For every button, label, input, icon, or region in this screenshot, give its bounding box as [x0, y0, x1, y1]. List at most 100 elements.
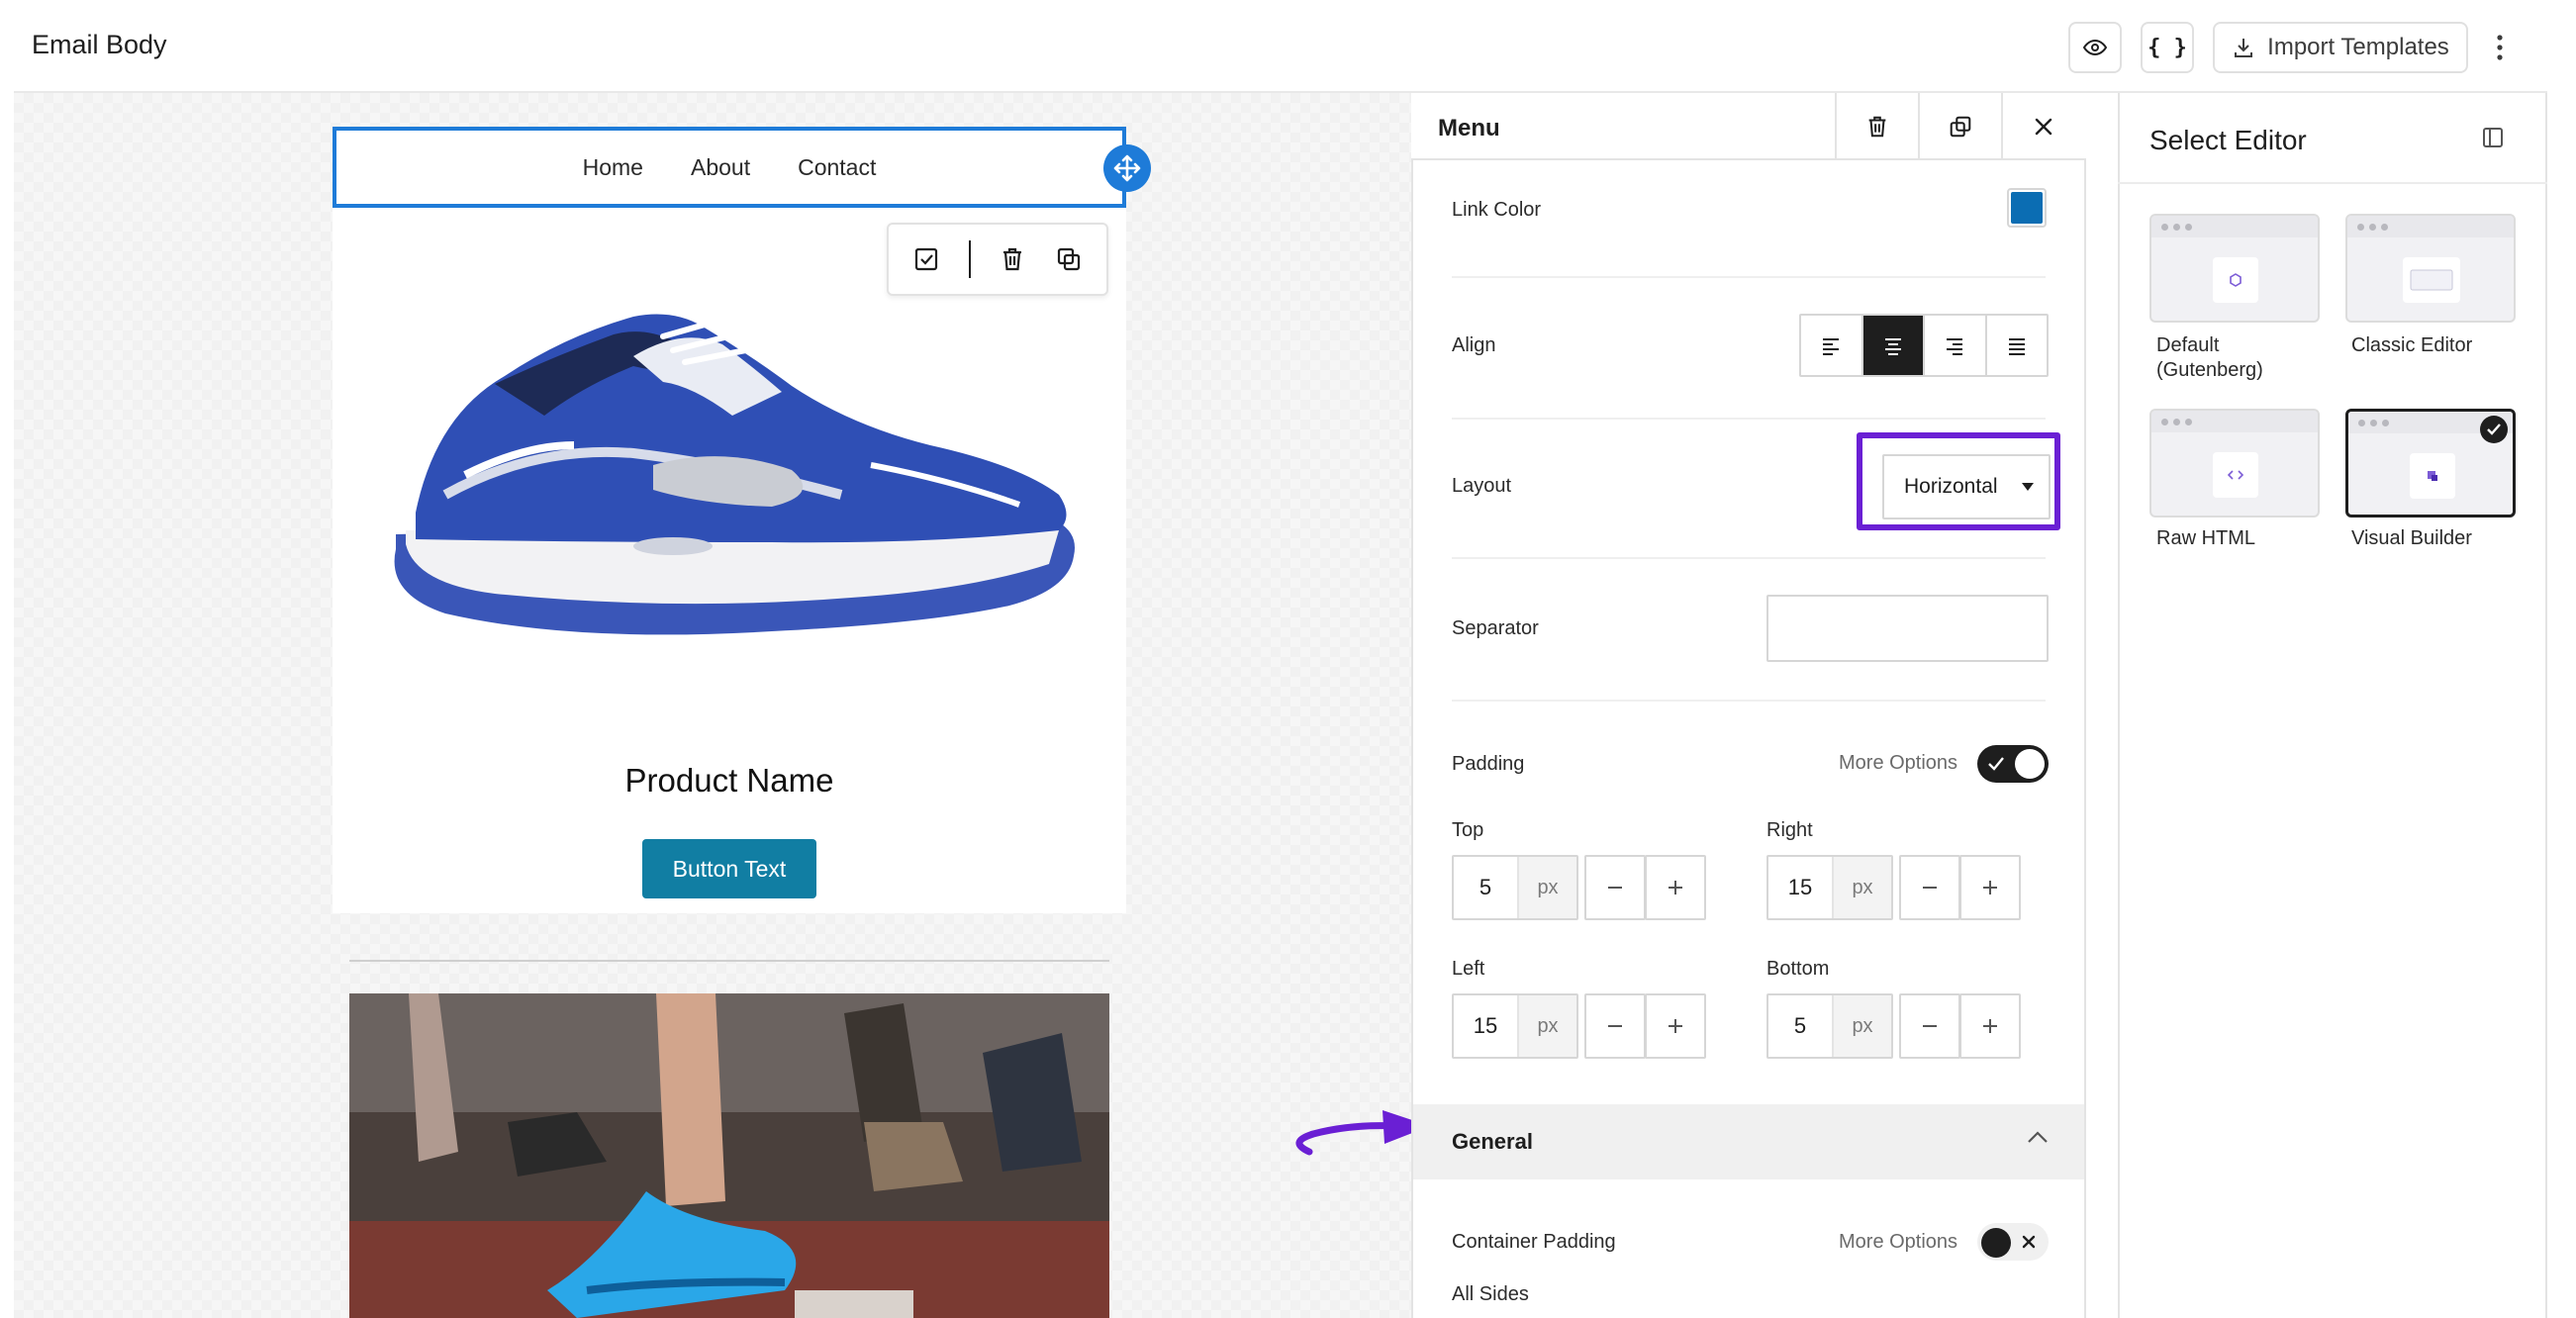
minus-icon — [1606, 1017, 1624, 1035]
chevron-up-icon[interactable] — [2027, 1130, 2049, 1144]
general-section-title: General — [1452, 1129, 1533, 1154]
trash-icon[interactable] — [999, 245, 1026, 273]
padding-right-value[interactable]: 15 — [1768, 857, 1834, 918]
padding-bottom-decrement[interactable] — [1899, 993, 1960, 1059]
minus-icon — [1921, 1017, 1939, 1035]
separator-input[interactable] — [1766, 595, 2049, 662]
row-divider — [1452, 557, 2046, 559]
delete-block-button[interactable] — [1835, 93, 1918, 160]
sidebar-toggle-icon[interactable] — [2482, 127, 2504, 148]
menu-item-home[interactable]: Home — [583, 154, 643, 181]
plus-icon — [1981, 879, 1999, 896]
separator-label: Separator — [1452, 617, 1539, 639]
container-padding-label: Container Padding — [1452, 1231, 1616, 1253]
padding-right-increment[interactable] — [1959, 855, 2021, 920]
product-button[interactable]: Button Text — [642, 839, 816, 898]
check-icon — [1987, 756, 2005, 772]
menu-item-about[interactable]: About — [691, 154, 750, 181]
container-more-options-label: More Options — [1839, 1231, 1958, 1253]
padding-bottom-field[interactable]: 5 px — [1766, 993, 1893, 1059]
download-icon — [2232, 36, 2255, 59]
padding-left-decrement[interactable] — [1584, 993, 1646, 1059]
x-icon — [2021, 1234, 2037, 1250]
toggle-knob — [1981, 1228, 2011, 1258]
align-right-icon — [1944, 334, 1965, 356]
code-icon — [2213, 452, 2258, 498]
duplicate-icon — [1948, 114, 1973, 140]
padding-left-value[interactable]: 15 — [1454, 995, 1519, 1057]
move-block-handle[interactable] — [1103, 144, 1151, 192]
link-color-swatch[interactable] — [2007, 188, 2047, 228]
padding-right-label: Right — [1766, 819, 1813, 841]
padding-top-label: Top — [1452, 819, 1484, 841]
padding-top-unit: px — [1519, 857, 1576, 918]
product-image[interactable] — [376, 297, 1089, 653]
duplicate-block-button[interactable] — [1918, 93, 2001, 160]
preview-button[interactable] — [2068, 22, 2122, 73]
editor-option-raw-html[interactable] — [2149, 409, 2320, 518]
plus-icon — [1981, 1017, 1999, 1035]
menu-block[interactable]: Home About Contact — [333, 127, 1126, 208]
editor-option-classic[interactable] — [2345, 214, 2516, 323]
padding-top-increment[interactable] — [1645, 855, 1706, 920]
close-panel-button[interactable] — [2001, 93, 2084, 160]
editor-option-gutenberg[interactable] — [2149, 214, 2320, 323]
code-view-button[interactable]: { } — [2141, 22, 2194, 73]
padding-right-field[interactable]: 15 px — [1766, 855, 1893, 920]
padding-bottom-value[interactable]: 5 — [1768, 995, 1834, 1057]
card-window-bar — [2151, 411, 2318, 432]
classic-editor-icon — [2403, 257, 2460, 303]
import-templates-button[interactable]: Import Templates — [2213, 22, 2468, 73]
padding-right-decrement[interactable] — [1899, 855, 1960, 920]
container-more-options-toggle[interactable] — [1977, 1223, 2049, 1261]
padding-bottom-unit: px — [1834, 995, 1891, 1057]
product-name: Product Name — [624, 762, 834, 799]
page-title: Email Body — [32, 30, 167, 59]
panel-title: Menu — [1438, 115, 1500, 141]
row-divider — [1452, 418, 2046, 420]
padding-more-options-label: More Options — [1839, 752, 1958, 774]
padding-left-increment[interactable] — [1645, 993, 1706, 1059]
align-label: Align — [1452, 334, 1496, 356]
vertical-dots-icon — [2490, 30, 2510, 65]
align-left-button[interactable] — [1801, 316, 1863, 375]
align-right-button[interactable] — [1925, 316, 1987, 375]
padding-bottom-label: Bottom — [1766, 958, 1830, 980]
editor-option-gutenberg-label: Default — [2156, 334, 2220, 356]
trash-icon — [1864, 114, 1890, 140]
padding-left-unit: px — [1519, 995, 1576, 1057]
runner-photo[interactable] — [349, 993, 1109, 1318]
toolbar-divider — [968, 240, 971, 278]
gutenberg-icon — [2213, 257, 2258, 303]
layout-select[interactable]: Horizontal — [1882, 454, 2051, 519]
padding-top-decrement[interactable] — [1584, 855, 1646, 920]
all-sides-label: All Sides — [1452, 1283, 1529, 1305]
close-icon — [2033, 116, 2054, 138]
align-justify-button[interactable] — [1987, 316, 2048, 375]
align-button-group — [1799, 314, 2049, 377]
padding-right-unit: px — [1834, 857, 1891, 918]
row-divider — [1452, 700, 2046, 702]
menu-item-contact[interactable]: Contact — [798, 154, 876, 181]
padding-top-field[interactable]: 5 px — [1452, 855, 1578, 920]
minus-icon — [1606, 879, 1624, 896]
eye-icon — [2083, 36, 2107, 59]
block-toolbar — [887, 223, 1108, 296]
padding-more-options-toggle[interactable] — [1977, 745, 2049, 783]
row-divider — [1452, 276, 2046, 278]
card-window-bar — [2347, 216, 2514, 237]
select-block-icon[interactable] — [912, 245, 940, 273]
caret-down-icon — [2021, 482, 2035, 492]
selected-check-icon — [2480, 416, 2508, 443]
padding-left-field[interactable]: 15 px — [1452, 993, 1578, 1059]
align-left-icon — [1820, 334, 1842, 356]
padding-bottom-increment[interactable] — [1959, 993, 2021, 1059]
duplicate-icon[interactable] — [1055, 245, 1083, 273]
padding-top-value[interactable]: 5 — [1454, 857, 1519, 918]
editor-option-visual-builder-label: Visual Builder — [2351, 527, 2472, 549]
align-center-icon — [1882, 334, 1904, 356]
layout-select-value: Horizontal — [1904, 475, 1998, 498]
align-center-button[interactable] — [1862, 316, 1925, 375]
layout-label: Layout — [1452, 475, 1512, 497]
more-menu-button[interactable] — [2490, 30, 2510, 65]
